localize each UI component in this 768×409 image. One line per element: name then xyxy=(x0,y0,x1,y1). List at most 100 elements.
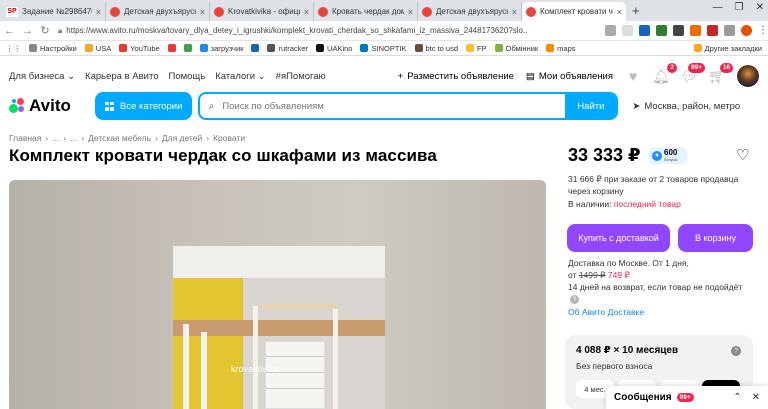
bookmark[interactable]: USA xyxy=(84,44,111,53)
profile-icon[interactable] xyxy=(741,25,752,36)
minimize-icon[interactable]: — xyxy=(713,2,723,13)
close-icon[interactable]: × xyxy=(200,7,205,17)
bookmark[interactable]: Обмінник xyxy=(494,44,538,53)
search-input[interactable] xyxy=(222,94,566,118)
delivery-new-price: 749 ₽ xyxy=(607,270,630,280)
catalogs-link[interactable]: Каталоги ⌄ xyxy=(215,71,265,82)
star-icon[interactable] xyxy=(622,25,633,36)
bookmark[interactable]: YouTube xyxy=(119,44,160,53)
close-icon[interactable]: × xyxy=(617,7,622,17)
tab-title: Комплект кровати черда xyxy=(540,7,613,16)
career-link[interactable]: Карьера в Авито xyxy=(85,71,158,82)
messages-widget[interactable]: Сообщения 99+ ⌃ ✕ xyxy=(606,386,768,409)
extension-icon[interactable] xyxy=(707,25,718,36)
messages-controls: ⌃ ✕ xyxy=(733,392,760,403)
breadcrumb-item[interactable]: ... xyxy=(70,133,77,143)
charity-link[interactable]: #яПомогаю xyxy=(276,71,326,82)
add-to-cart-button[interactable]: В корзину xyxy=(678,224,753,252)
reload-icon[interactable]: ↻ xyxy=(40,24,50,37)
browser-tab[interactable]: Детская двухъярусная к × xyxy=(106,2,210,21)
installment-subtitle: Без первого взноса xyxy=(576,361,653,371)
expand-icon[interactable]: ⌃ xyxy=(733,392,741,403)
my-ads-button[interactable]: ▤ Мои объявления xyxy=(526,71,613,82)
tab-title: Детская двухъярусная к xyxy=(124,7,196,16)
favorite-heart-icon[interactable]: ♡ xyxy=(736,146,749,164)
product-photo[interactable]: krovatkivika xyxy=(9,180,546,409)
bookmark[interactable]: загрузчик xyxy=(199,44,243,53)
extension-icon[interactable] xyxy=(690,25,701,36)
breadcrumb-item[interactable]: Для детей xyxy=(162,133,202,143)
bookmark[interactable]: Настройки xyxy=(29,44,77,53)
other-bookmarks[interactable]: Другие закладки xyxy=(693,44,762,53)
lock-icon: 🔒︎ xyxy=(58,25,63,35)
close-icon[interactable]: × xyxy=(512,7,517,17)
bookmark[interactable]: SINOPTIK xyxy=(360,44,407,53)
maximize-icon[interactable]: ❐ xyxy=(735,2,744,13)
bonus-points-badge[interactable]: ★ 600 бонусы xyxy=(649,147,687,164)
bookmark[interactable] xyxy=(251,44,260,52)
forward-icon[interactable]: → xyxy=(22,25,33,37)
messages-badge: 99+ xyxy=(687,63,705,73)
bookmark[interactable]: FP xyxy=(466,44,487,53)
return-policy: 14 дней на возврат, если товар не подойд… xyxy=(568,282,743,292)
breadcrumb-item[interactable]: Главная xyxy=(9,133,41,143)
help-icon[interactable]: ? xyxy=(570,295,579,304)
sp-favicon-icon: SP xyxy=(6,6,18,17)
bookmark[interactable] xyxy=(167,44,176,52)
delivery-old-price: 1499 ₽ xyxy=(578,270,606,280)
browser-tab[interactable]: Детская двухъярусная к × xyxy=(418,2,522,21)
photo-image: krovatkivika xyxy=(173,246,385,409)
extension-icon[interactable] xyxy=(673,25,684,36)
help-icon[interactable]: ? xyxy=(731,346,741,356)
avatar[interactable] xyxy=(737,65,759,87)
close-icon[interactable]: ✕ xyxy=(752,392,760,403)
bookmark[interactable]: maps xyxy=(546,44,576,53)
breadcrumb-item[interactable]: ... xyxy=(52,133,59,143)
bell-icon[interactable]: 🔔︎ 2 xyxy=(652,63,677,84)
window-controls: — ❐ ✕ xyxy=(713,2,764,13)
search-row: Avito Все категории ⌕ Найти ➤ Москва, ра… xyxy=(9,92,761,120)
close-icon[interactable]: × xyxy=(304,7,309,17)
extension-icon[interactable] xyxy=(639,25,650,36)
bookmark[interactable]: btc to usd xyxy=(414,44,458,53)
close-window-icon[interactable]: ✕ xyxy=(756,2,764,13)
puzzle-icon[interactable] xyxy=(724,25,735,36)
avito-logo[interactable]: Avito xyxy=(9,96,89,116)
bookmark[interactable] xyxy=(183,44,192,52)
url-field[interactable]: 🔒︎ https://www.avito.ru/moskva/tovary_dl… xyxy=(58,26,528,36)
breadcrumb-item[interactable]: Детская мебель xyxy=(88,133,151,143)
tab-title: Krovatkivika - официал xyxy=(228,7,300,16)
apps-icon[interactable]: ⋮⋮ xyxy=(6,44,21,53)
new-tab-icon[interactable]: + xyxy=(626,2,646,21)
tab-title: Задание №2986470 - п xyxy=(22,7,92,16)
tab-title: Кровать чердак домик xyxy=(332,7,404,16)
extension-icon[interactable] xyxy=(656,25,667,36)
about-delivery-link[interactable]: Об Авито Доставке xyxy=(568,307,644,317)
business-link[interactable]: Для бизнеса ⌄ xyxy=(9,71,75,82)
breadcrumb-item[interactable]: Кровати xyxy=(213,133,245,143)
search-button[interactable]: Найти xyxy=(565,94,617,118)
avito-favicon-icon xyxy=(526,6,536,17)
bookmark[interactable]: rutracker xyxy=(267,44,308,53)
menu-icon[interactable]: ⋮ xyxy=(758,25,768,36)
search-icon: ⌕ xyxy=(208,100,215,112)
buy-with-delivery-button[interactable]: Купить с доставкой xyxy=(567,224,670,252)
location-selector[interactable]: ➤ Москва, район, метро xyxy=(632,101,740,112)
bookmark[interactable]: UAKino xyxy=(316,44,352,53)
all-categories-button[interactable]: Все категории xyxy=(95,92,193,120)
browser-tab[interactable]: Кровать чердак домик × xyxy=(314,2,418,21)
close-icon[interactable]: × xyxy=(96,7,101,17)
avito-favicon-icon xyxy=(422,6,432,17)
post-ad-button[interactable]: + Разместить объявление xyxy=(398,71,514,82)
back-icon[interactable]: ← xyxy=(4,25,15,37)
browser-tab[interactable]: SP Задание №2986470 - п × xyxy=(2,2,106,21)
browser-tab-active[interactable]: Комплект кровати черда × xyxy=(522,2,626,21)
close-icon[interactable]: × xyxy=(408,7,413,17)
cart-icon[interactable]: 🛒︎ 16 xyxy=(708,63,733,84)
browser-tab[interactable]: Krovatkivika - официал × xyxy=(210,2,314,21)
messages-icon[interactable]: 💬︎ 99+ xyxy=(680,63,705,84)
avito-favicon-icon xyxy=(214,6,224,17)
favorites-icon[interactable]: ♥ xyxy=(625,68,641,84)
share-icon[interactable] xyxy=(605,25,616,36)
help-link[interactable]: Помощь xyxy=(169,71,206,82)
